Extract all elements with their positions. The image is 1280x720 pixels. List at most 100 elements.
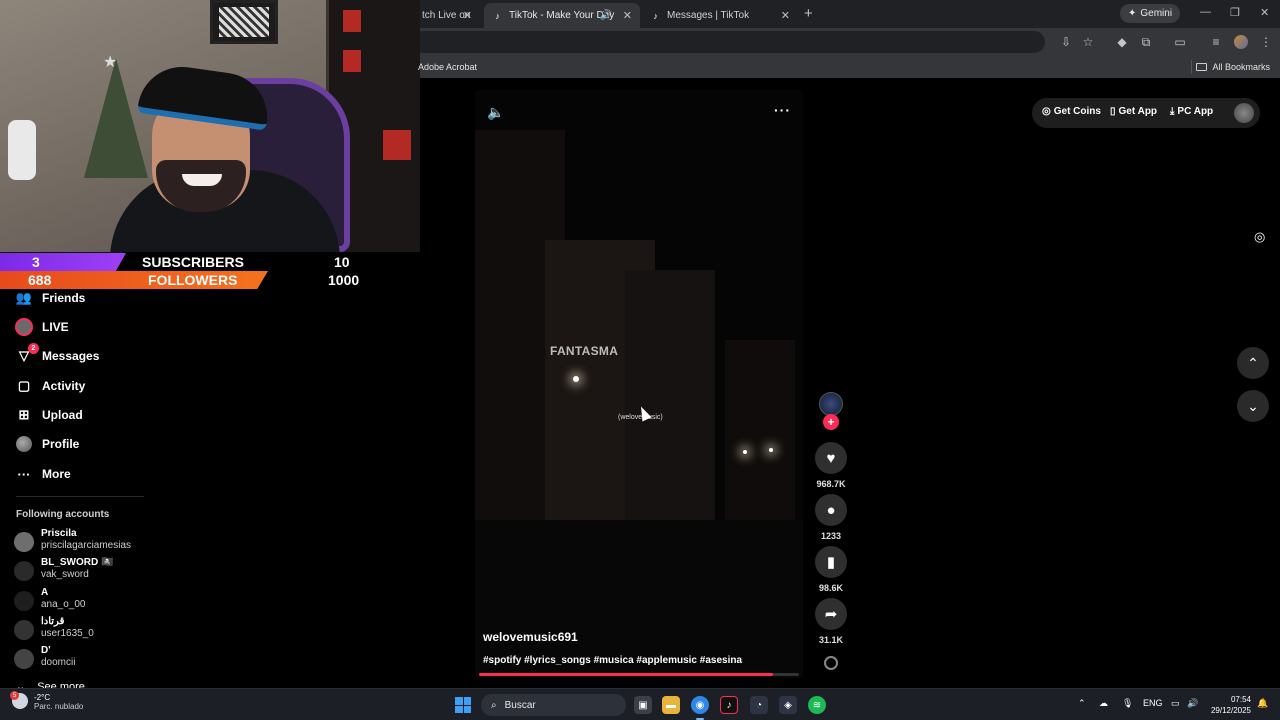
sidebar-item-activity[interactable]: ▢ Activity — [14, 374, 86, 398]
maximize-button[interactable]: ❐ — [1230, 6, 1240, 19]
video-player[interactable]: 🔈 ··· FANTASMA (welovemusic) welovemusic… — [475, 90, 803, 678]
volume-icon[interactable]: 🔊 — [1187, 698, 1198, 709]
followers-goal: 1000 — [328, 272, 360, 288]
account-name: Priscila — [41, 528, 77, 539]
tiktok-icon: ♪ — [653, 10, 658, 21]
star-icon[interactable]: ☆ — [1080, 34, 1096, 50]
obs-icon[interactable]: ◔ — [750, 696, 768, 714]
task-view-icon[interactable]: ▣ — [634, 696, 652, 714]
close-icon[interactable]: ✕ — [463, 9, 472, 22]
app-icon[interactable]: ◈ — [779, 696, 797, 714]
install-icon[interactable]: ⇩ — [1058, 34, 1074, 50]
close-icon[interactable]: ✕ — [623, 9, 632, 22]
weather-widget[interactable]: 5 -2°C Parc. nublado — [10, 691, 83, 711]
language-indicator[interactable]: ENG — [1143, 698, 1163, 708]
get-app-button[interactable]: ▯ Get App — [1110, 106, 1157, 117]
tab-messages[interactable]: ♪ Messages | TikTok ✕ — [642, 3, 798, 28]
share-count: 31.1K — [818, 635, 844, 645]
avatar — [14, 561, 34, 581]
following-account[interactable]: Priscila priscilagarciamesias — [14, 528, 194, 556]
street-lamp — [743, 450, 747, 454]
chevron-up-icon[interactable]: ⌃ — [1078, 698, 1086, 709]
bookmark-icon: ▮ — [815, 546, 847, 578]
following-account[interactable]: D' doomcii — [14, 645, 194, 673]
close-icon[interactable]: ✕ — [781, 9, 790, 22]
sidebar-item-label: Friends — [42, 291, 86, 305]
get-coins-button[interactable]: ◎ Get Coins — [1042, 106, 1101, 117]
phone-icon: ▯ — [1110, 106, 1116, 117]
kebab-menu-icon[interactable]: ⋮ — [1258, 34, 1274, 50]
minimize-button[interactable]: — — [1200, 6, 1211, 18]
new-tab-button[interactable]: + — [804, 5, 813, 22]
tiktok-header-actions: ◎ Get Coins ▯ Get App ⤓ PC App — [1032, 98, 1260, 128]
sidebar-item-profile[interactable]: Profile — [14, 432, 79, 456]
browser-toolbar: ⇩ ☆ ◆ ⧉ ▭ ≡ ⋮ — [420, 28, 1280, 56]
gemini-button[interactable]: ✦ Gemini — [1120, 4, 1181, 23]
subscribers-count: 3 — [0, 253, 126, 271]
focus-icon[interactable]: ◎ — [1254, 229, 1270, 245]
sidebar-item-live[interactable]: LIVE — [14, 315, 69, 339]
sidebar-item-friends[interactable]: 👥 Friends — [14, 286, 85, 310]
video-progress-bar[interactable] — [479, 673, 799, 676]
video-hashtags[interactable]: #spotify #lyrics_songs #musica #applemus… — [483, 655, 742, 666]
taskbar-search[interactable]: ⌕ Buscar — [481, 694, 626, 716]
more-options-icon[interactable]: ··· — [774, 102, 791, 118]
like-button[interactable]: ♥ 968.7K — [814, 442, 848, 489]
divider — [16, 496, 144, 497]
previous-video-button[interactable]: ⌃ — [1237, 347, 1269, 379]
avatar[interactable] — [1234, 103, 1254, 123]
clock[interactable]: 07:54 29/12/2025 — [1205, 694, 1251, 716]
windows-start-icon[interactable] — [455, 697, 471, 713]
chrome-icon[interactable]: ◉ — [691, 696, 709, 714]
bookmarks-bar: Adobe Acrobat All Bookmarks — [418, 56, 1280, 78]
avatar — [14, 649, 34, 669]
next-video-button[interactable]: ⌄ — [1237, 390, 1269, 422]
account-name: BL_SWORD 🏴‍☠️ — [41, 557, 114, 568]
heart-icon: ♥ — [815, 442, 847, 474]
account-handle: doomcii — [41, 657, 76, 668]
media-icon[interactable]: ≡ — [1208, 34, 1224, 50]
screen: ★ 3 SUBSCRIBERS 10 688 FOLLOWERS 1000 tc… — [0, 0, 1280, 720]
tiktok-app-icon[interactable]: ♪ — [720, 696, 738, 714]
all-bookmarks-label: All Bookmarks — [1212, 62, 1270, 72]
network-icon[interactable]: ▭ — [1171, 698, 1180, 709]
volume-icon[interactable]: 🔈 — [487, 104, 504, 121]
notification-icon[interactable]: 🔔 — [1257, 698, 1268, 709]
spotify-icon[interactable]: ≋ — [808, 696, 826, 714]
pc-app-button[interactable]: ⤓ PC App — [1170, 106, 1213, 117]
microphone-icon[interactable]: 🎙 — [1122, 698, 1133, 709]
building — [725, 340, 795, 540]
cloud-icon[interactable]: ☁ — [1099, 698, 1108, 709]
file-explorer-icon[interactable]: ▬ — [662, 696, 680, 714]
sidebar-item-messages[interactable]: ▽ 2 Messages — [14, 343, 99, 368]
address-bar[interactable] — [420, 31, 1045, 53]
following-account[interactable]: قرتادا user1635_0 — [14, 616, 194, 644]
sidebar-item-label: LIVE — [42, 320, 69, 334]
account-name: D' — [41, 645, 51, 656]
all-bookmarks[interactable]: All Bookmarks — [1196, 62, 1270, 72]
sidebar-item-upload[interactable]: ⊞ Upload — [14, 403, 83, 427]
share-button[interactable]: ➦ 31.1K — [814, 598, 848, 645]
follow-button[interactable]: + — [823, 414, 839, 430]
comment-button[interactable]: ● 1233 — [814, 494, 848, 541]
profile-avatar[interactable] — [1234, 35, 1248, 49]
search-placeholder: Buscar — [504, 699, 536, 711]
following-account[interactable]: A ana_o_00 — [14, 587, 194, 615]
creator-avatar[interactable] — [819, 392, 843, 416]
video-username[interactable]: welovemusic691 — [483, 630, 578, 644]
music-disc-icon[interactable] — [824, 656, 838, 670]
speaker-icon[interactable]: 🔊 — [600, 10, 612, 21]
save-button[interactable]: ▮ 98.6K — [814, 546, 848, 593]
extension-icon[interactable]: ◆ — [1114, 34, 1130, 50]
sidebar-item-more[interactable]: ··· More — [14, 462, 71, 486]
video-overlay-title: FANTASMA — [550, 344, 619, 358]
tab-tiktok[interactable]: ♪ TikTok - Make Your Day 🔊 ✕ — [484, 3, 640, 28]
close-window-button[interactable]: ✕ — [1260, 6, 1269, 19]
sidepanel-icon[interactable]: ▭ — [1172, 34, 1188, 50]
bookmark-adobe[interactable]: Adobe Acrobat — [418, 62, 477, 72]
following-account[interactable]: BL_SWORD 🏴‍☠️ vak_sword — [14, 557, 194, 585]
sidebar-item-label: Upload — [42, 408, 83, 422]
puzzle-icon[interactable]: ⧉ — [1138, 34, 1154, 50]
tab-twitch[interactable]: tch Live on ✕ — [414, 3, 480, 28]
download-icon: ⤓ — [1170, 106, 1175, 117]
